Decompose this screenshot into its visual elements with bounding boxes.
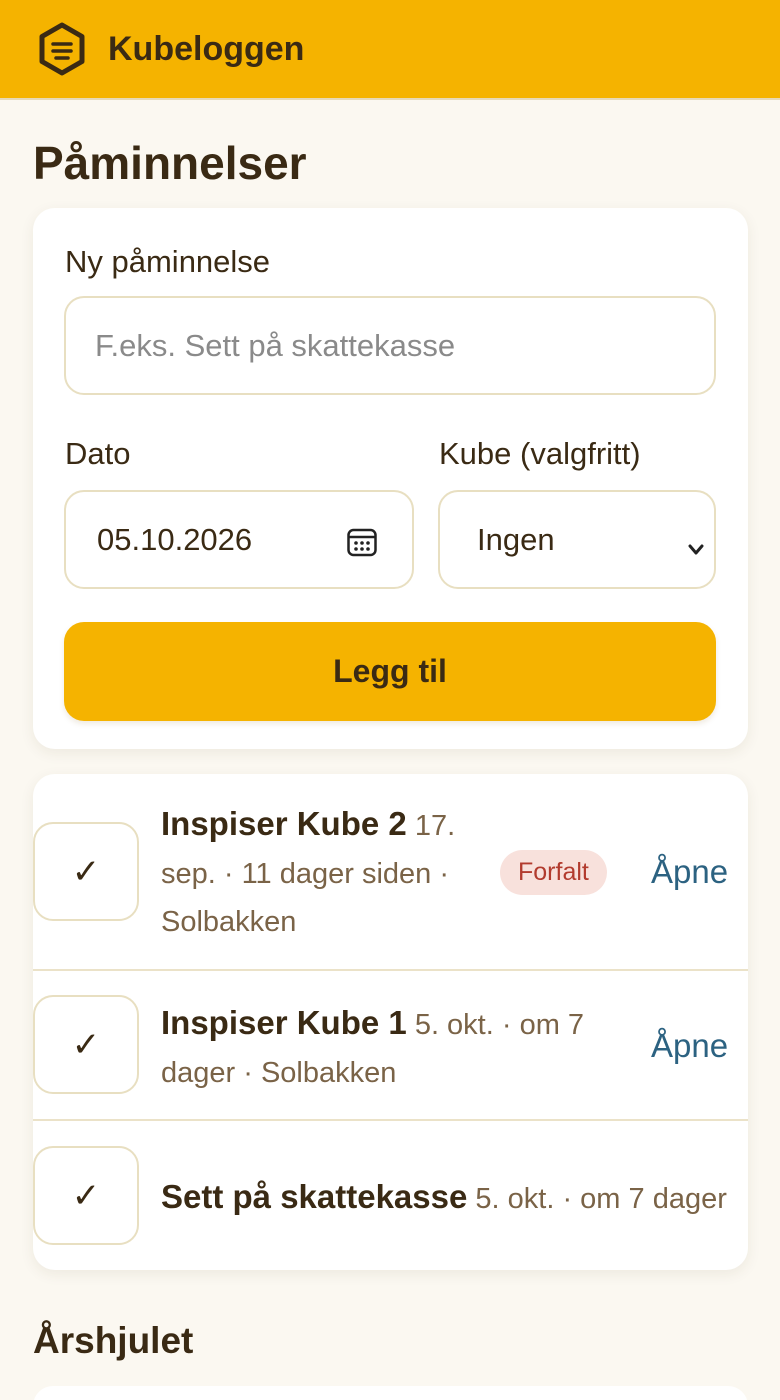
date-label: Dato — [65, 436, 131, 471]
list-item: ✓ Inspiser Kube 1 5. okt. · om 7 dager ·… — [33, 971, 748, 1121]
reminder-list: ✓ Inspiser Kube 2 17. sep. · 11 dager si… — [33, 774, 748, 1270]
date-value: 05.10.2026 — [97, 521, 253, 557]
reminder-title: Inspiser Kube 1 — [161, 1004, 407, 1041]
top-bar: Kubeloggen — [0, 0, 780, 100]
hive-select[interactable]: Ingen — [438, 490, 716, 589]
reminder-meta: 5. okt. · om 7 dager — [475, 1183, 727, 1215]
app-title[interactable]: Kubeloggen — [108, 30, 304, 69]
reminder-title-input[interactable]: F.eks. Sett på skattekasse — [64, 296, 716, 395]
list-item: ✓ Inspiser Kube 2 17. sep. · 11 dager si… — [33, 774, 748, 971]
beehive-hexagon-icon[interactable] — [38, 22, 86, 76]
open-link[interactable]: Åpne — [651, 1027, 728, 1065]
reminder-text: Sett på skattekasse 5. okt. · om 7 dager — [161, 1173, 727, 1223]
section-title: Årshjulet — [33, 1320, 194, 1361]
date-input[interactable]: 05.10.2026 — [64, 490, 414, 589]
reminder-meta: sep. · 11 dager siden · — [161, 858, 450, 890]
chevron-down-icon — [686, 530, 706, 566]
complete-checkbox[interactable]: ✓ — [33, 822, 139, 921]
list-item: ✓ Sett på skattekasse 5. okt. · om 7 dag… — [33, 1121, 748, 1270]
reminder-title-placeholder: F.eks. Sett på skattekasse — [95, 327, 456, 363]
calendar-icon[interactable] — [346, 526, 378, 566]
open-link[interactable]: Åpne — [651, 853, 728, 891]
reminder-meta: Solbakken — [161, 906, 297, 938]
reminder-title: Inspiser Kube 2 — [161, 805, 407, 842]
add-reminder-button[interactable]: Legg til — [64, 622, 716, 721]
reminder-title: Sett på skattekasse — [161, 1178, 468, 1215]
reminder-meta: 5. okt. · om 7 — [414, 1009, 585, 1041]
reminder-text: Inspiser Kube 2 17. sep. · 11 dager side… — [161, 800, 455, 946]
complete-checkbox[interactable]: ✓ — [33, 995, 139, 1094]
year-wheel-card — [33, 1386, 748, 1400]
reminder-text: Inspiser Kube 1 5. okt. · om 7 dager · S… — [161, 999, 584, 1097]
reminder-meta: dager · Solbakken — [161, 1057, 397, 1089]
status-badge: Forfalt — [500, 850, 607, 895]
new-reminder-label: Ny påminnelse — [65, 244, 271, 279]
hive-select-value: Ingen — [477, 521, 555, 557]
page-title: Påminnelser — [33, 137, 307, 189]
reminder-meta: 17. — [414, 810, 456, 842]
hive-label: Kube (valgfritt) — [439, 436, 641, 471]
complete-checkbox[interactable]: ✓ — [33, 1146, 139, 1245]
new-reminder-form: Ny påminnelse F.eks. Sett på skattekasse… — [33, 208, 748, 749]
